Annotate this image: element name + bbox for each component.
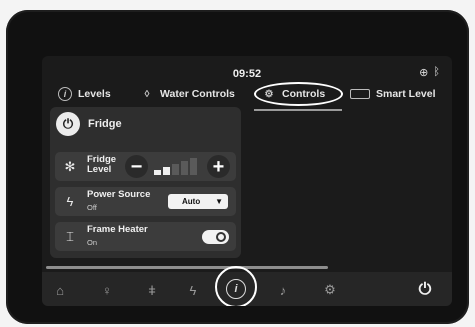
level-bar	[190, 158, 197, 175]
top-tabs: i Levels ◊ Water Controls ⚙ Controls Sma…	[42, 82, 452, 111]
caret-down-icon: ▼	[215, 197, 223, 206]
water-drop-icon: ◊	[144, 88, 150, 100]
frame-heater-row: ⌶ Frame Heater On	[55, 222, 236, 251]
clock: 09:52	[232, 68, 262, 80]
level-bar	[154, 170, 161, 175]
nav-settings[interactable]: ⚙	[320, 280, 340, 300]
nav-shutdown[interactable]: ⏻	[415, 280, 435, 300]
power-off-icon: ⏻	[418, 281, 432, 298]
heater-icon: ⌶	[66, 229, 74, 244]
frame-heater-status: On	[87, 238, 98, 247]
tab-water-controls[interactable]: ◊ Water Controls	[140, 84, 235, 104]
tab-levels[interactable]: i Levels	[58, 84, 111, 104]
level-decrease-button[interactable]: −	[125, 155, 148, 178]
gears-icon: ⚙	[264, 88, 274, 100]
power-icon: ⏻	[62, 116, 74, 131]
fridge-header: ⏻ Fridge	[56, 112, 122, 136]
power-source-status: Off	[87, 203, 97, 212]
tab-controls[interactable]: ⚙ Controls	[254, 82, 344, 106]
thermometer-icon: ǂ	[148, 282, 156, 298]
fridge-panel: ⏻ Fridge ✻ Fridge Level − + ϟ Power Sour…	[50, 107, 241, 258]
nav-temperature[interactable]: ǂ	[142, 280, 162, 300]
power-source-select[interactable]: Auto ▼	[168, 194, 228, 209]
globe-icon: ⊕	[419, 67, 429, 79]
tab-label: Smart Level	[376, 88, 436, 100]
tab-label: Controls	[282, 88, 326, 100]
tab-label: Water Controls	[160, 88, 235, 100]
lightbulb-icon: ♀	[102, 282, 112, 298]
fridge-level-label-line2: Level	[87, 164, 112, 175]
frame-heater-toggle[interactable]	[202, 230, 229, 244]
active-tab-indicator	[254, 109, 342, 111]
nav-lighting[interactable]: ♀	[97, 280, 117, 300]
level-increase-button[interactable]: +	[207, 155, 230, 178]
level-bar	[181, 161, 188, 175]
gear-icon: ⚙	[324, 282, 336, 297]
lightning-icon: ϟ	[66, 194, 74, 209]
fridge-level-row: ✻ Fridge Level − +	[55, 152, 236, 181]
display-bezel: 09:52 ⊕ ᛒ i Levels ◊ Water Controls ⚙ Co…	[6, 10, 469, 324]
bottom-nav: ⌂ ♀ ǂ ϟ i ♪ ⚙ ⏻	[42, 266, 452, 306]
info-circle-icon: i	[58, 87, 72, 101]
toggle-knob	[216, 232, 226, 242]
level-bar	[163, 167, 170, 175]
fridge-title: Fridge	[88, 118, 122, 130]
power-source-selected: Auto	[182, 197, 201, 206]
level-bar	[172, 164, 179, 175]
level-rect-icon	[350, 89, 370, 99]
nav-power[interactable]: ϟ	[183, 280, 203, 300]
nav-info[interactable]: i	[226, 279, 246, 299]
horizontal-scrollbar[interactable]	[46, 266, 328, 269]
bluetooth-icon: ᛒ	[433, 66, 440, 78]
frame-heater-label: Frame Heater	[87, 224, 148, 235]
nav-home[interactable]: ⌂	[50, 280, 70, 300]
fridge-level-label: Fridge Level	[87, 155, 116, 175]
lightning-icon: ϟ	[189, 282, 197, 298]
info-icon: i	[234, 283, 238, 295]
status-icons: ⊕ ᛒ	[419, 66, 440, 79]
music-note-icon: ♪	[279, 282, 287, 298]
nav-music[interactable]: ♪	[273, 280, 293, 300]
tab-smart-level[interactable]: Smart Level	[350, 84, 436, 104]
snowflake-icon: ✻	[64, 159, 76, 174]
level-indicator	[154, 158, 200, 175]
tab-label: Levels	[78, 88, 111, 100]
fridge-power-button[interactable]: ⏻	[56, 112, 80, 136]
power-source-row: ϟ Power Source Off Auto ▼	[55, 187, 236, 216]
home-icon: ⌂	[56, 282, 64, 298]
power-source-label: Power Source	[87, 189, 151, 200]
touch-screen: 09:52 ⊕ ᛒ i Levels ◊ Water Controls ⚙ Co…	[42, 56, 452, 306]
